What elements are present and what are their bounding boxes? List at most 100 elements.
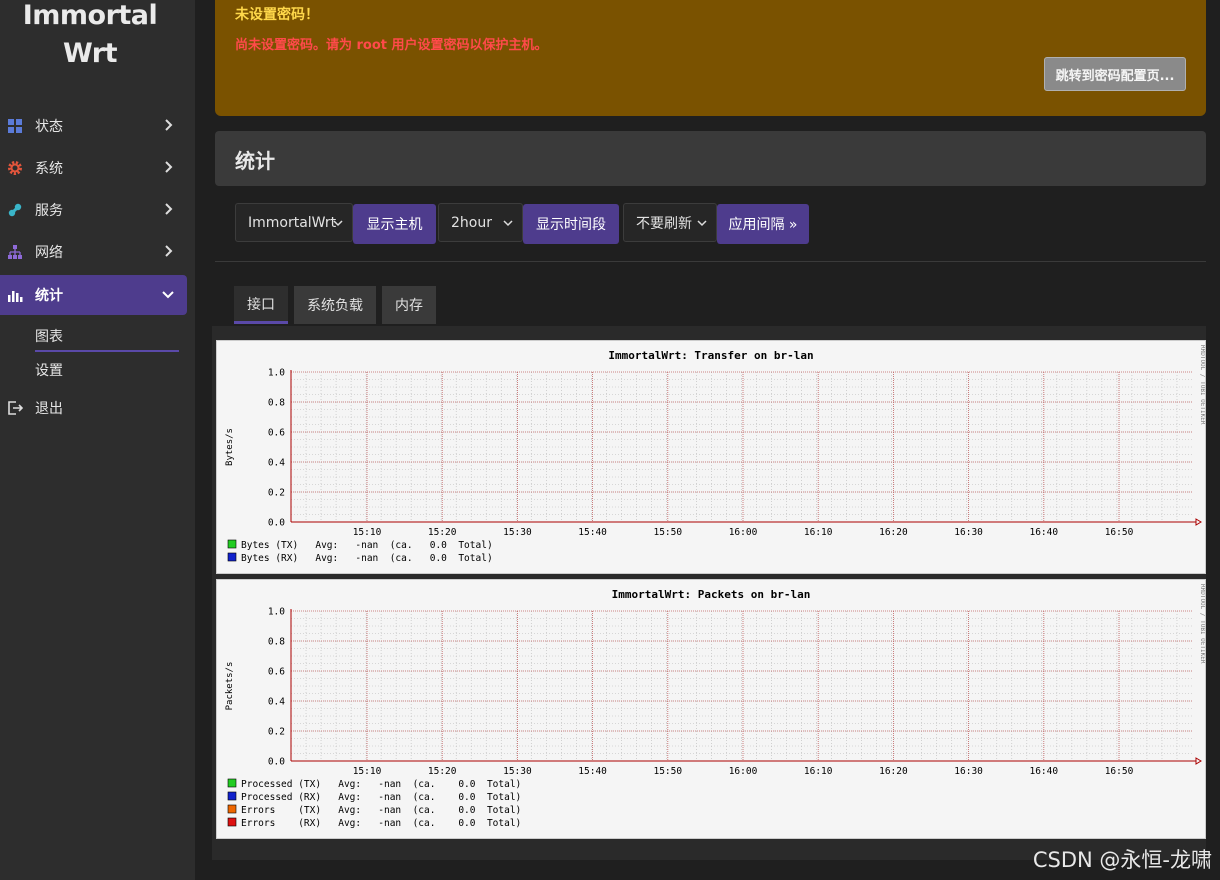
network-icon: [8, 245, 22, 259]
chevron-down-icon: [162, 291, 174, 299]
tab-system-load[interactable]: 系统负载: [294, 286, 376, 324]
y-tick-label: 0.2: [268, 488, 285, 499]
sidebar-item-label: 系统: [35, 161, 63, 177]
tab-interfaces[interactable]: 接口: [234, 286, 288, 324]
alert-message: 尚未设置密码。请为 root 用户设置密码以保护主机。: [235, 38, 548, 53]
chevron-right-icon: [165, 119, 173, 131]
sidebar-item-label: 网络: [35, 245, 63, 261]
y-tick-label: 1.0: [268, 368, 285, 379]
bar-chart-icon: [8, 291, 23, 302]
x-tick-label: 15:40: [578, 766, 607, 777]
transfer-graph: ImmortalWrt: Transfer on br-lan RRDTOOL /…: [216, 340, 1206, 574]
watermark: CSDN @永恒-龙啸: [1032, 848, 1212, 872]
x-tick-label: 15:50: [653, 527, 682, 538]
y-tick-label: 0.2: [268, 727, 285, 738]
y-tick-label: 0.0: [268, 757, 285, 768]
refresh-select[interactable]: 不要刷新: [623, 203, 717, 242]
x-axis-arrow: [1195, 757, 1202, 765]
x-tick-label: 15:30: [503, 527, 532, 538]
show-host-button[interactable]: 显示主机: [353, 204, 436, 244]
gear-icon: [8, 161, 22, 175]
legend-entry: Bytes (RX) Avg: -nan (ca. 0.0 Total): [241, 553, 493, 564]
logout-icon: [8, 401, 23, 415]
legend-entry: Errors (RX) Avg: -nan (ca. 0.0 Total): [241, 818, 521, 829]
sidebar-item-network[interactable]: 网络: [0, 232, 187, 272]
sidebar-item-label: 统计: [35, 288, 63, 304]
legend-entry: Processed (TX) Avg: -nan (ca. 0.0 Total): [241, 779, 521, 790]
x-axis-arrow: [1195, 518, 1202, 526]
x-tick-label: 16:50: [1105, 527, 1134, 538]
x-tick-label: 16:20: [879, 527, 908, 538]
x-tick-label: 16:10: [804, 766, 833, 777]
logo-line1: Immortal: [22, 0, 158, 31]
packets-chart: ImmortalWrt: Packets on br-lan RRDTOOL / …: [225, 584, 1205, 829]
active-subitem-underline: [35, 350, 179, 352]
legend-swatch: [227, 552, 237, 562]
y-axis-label: Bytes/s: [225, 428, 235, 466]
y-tick-label: 0.8: [268, 637, 285, 648]
legend-entry: Bytes (TX) Avg: -nan (ca. 0.0 Total): [241, 540, 493, 551]
x-tick-label: 16:50: [1105, 766, 1134, 777]
sidebar-item-label: 状态: [35, 119, 63, 135]
x-tick-label: 15:20: [428, 766, 457, 777]
sidebar-item-status[interactable]: 状态: [0, 106, 187, 146]
transfer-chart: ImmortalWrt: Transfer on br-lan RRDTOOL /…: [225, 345, 1205, 564]
sidebar: Immortal Wrt 状态 系统 服务 网络 统计 图表 设置 退出: [0, 0, 195, 880]
host-select-value: ImmortalWrt: [248, 214, 337, 231]
legend-swatch: [227, 778, 237, 788]
x-tick-label: 15:40: [578, 527, 607, 538]
chevron-right-icon: [165, 245, 173, 257]
host-select[interactable]: ImmortalWrt: [235, 203, 353, 242]
sidebar-item-services[interactable]: 服务: [0, 190, 187, 230]
y-tick-label: 0.0: [268, 518, 285, 529]
chevron-right-icon: [165, 161, 173, 173]
x-tick-label: 16:30: [954, 766, 983, 777]
x-tick-label: 15:20: [428, 527, 457, 538]
y-tick-label: 0.8: [268, 398, 285, 409]
sidebar-item-logout[interactable]: 退出: [0, 388, 187, 428]
y-axis-label: Packets/s: [225, 662, 235, 711]
y-tick-label: 0.4: [268, 697, 285, 708]
x-tick-label: 15:10: [353, 527, 382, 538]
x-tick-label: 16:00: [729, 527, 758, 538]
legend-entry: Processed (RX) Avg: -nan (ca. 0.0 Total): [241, 792, 521, 803]
sidebar-subitem-settings[interactable]: 设置: [35, 360, 63, 380]
legend-swatch: [227, 804, 237, 814]
go-to-password-button[interactable]: 跳转到密码配置页...: [1044, 57, 1186, 91]
password-warning-alert: 未设置密码！ 尚未设置密码。请为 root 用户设置密码以保护主机。 跳转到密码…: [215, 0, 1206, 116]
legend-swatch: [227, 539, 237, 549]
y-tick-label: 0.6: [268, 428, 285, 439]
timespan-select-value: 2hour: [451, 214, 492, 231]
x-tick-label: 16:40: [1029, 527, 1058, 538]
legend-entry: Errors (TX) Avg: -nan (ca. 0.0 Total): [241, 805, 521, 816]
page-title: 统计: [235, 149, 275, 173]
sidebar-subitem-graphs[interactable]: 图表: [35, 326, 63, 346]
timespan-select[interactable]: 2hour: [438, 203, 523, 242]
x-tick-label: 15:10: [353, 766, 382, 777]
section-header: 统计: [215, 131, 1206, 186]
services-icon: [8, 203, 22, 217]
sidebar-item-statistics[interactable]: 统计: [0, 275, 187, 315]
rrdtool-credit: RRDTOOL / TOBI OETIKER: [1199, 345, 1205, 425]
y-tick-label: 0.6: [268, 667, 285, 678]
chart-title: ImmortalWrt: Packets on br-lan: [612, 588, 811, 601]
alert-title: 未设置密码！: [235, 7, 319, 23]
show-timespan-button[interactable]: 显示时间段: [523, 204, 619, 244]
y-tick-label: 1.0: [268, 607, 285, 618]
logo-line2: Wrt: [62, 38, 118, 69]
tab-memory[interactable]: 内存: [382, 286, 436, 324]
x-tick-label: 16:00: [729, 766, 758, 777]
y-tick-label: 0.4: [268, 458, 285, 469]
apply-interval-button[interactable]: 应用间隔 »: [717, 204, 809, 244]
sidebar-item-label: 退出: [35, 401, 63, 417]
chevron-right-icon: [165, 203, 173, 215]
divider: [215, 261, 1206, 262]
x-tick-label: 15:30: [503, 766, 532, 777]
chevron-down-icon: [333, 220, 343, 227]
x-tick-label: 15:50: [653, 766, 682, 777]
sidebar-item-system[interactable]: 系统: [0, 148, 187, 188]
chevron-down-icon: [503, 220, 513, 227]
chevron-down-icon: [697, 220, 707, 227]
packets-graph: ImmortalWrt: Packets on br-lan RRDTOOL / …: [216, 579, 1206, 839]
x-tick-label: 16:20: [879, 766, 908, 777]
